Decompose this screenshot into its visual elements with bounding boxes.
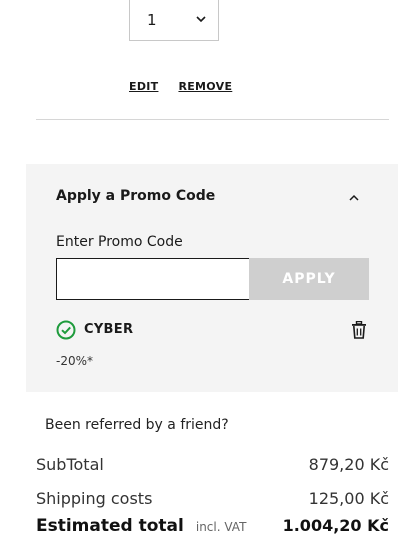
- apply-button[interactable]: APPLY: [249, 258, 369, 300]
- edit-link[interactable]: EDIT: [129, 80, 158, 93]
- subtotal-row: SubTotal 879,20 Kč: [36, 455, 389, 474]
- chevron-up-icon[interactable]: [348, 192, 360, 204]
- total-label-group: Estimated total incl. VAT: [36, 516, 246, 536]
- trash-icon[interactable]: [351, 321, 367, 339]
- promo-code-input[interactable]: [56, 258, 250, 300]
- vat-note: incl. VAT: [195, 520, 247, 534]
- applied-promo-code: CYBER: [84, 322, 134, 337]
- chevron-down-icon: [196, 16, 206, 23]
- total-value: 1.004,20 Kč: [282, 516, 389, 535]
- divider: [36, 119, 389, 120]
- promo-code-panel: Apply a Promo Code Enter Promo Code APPL…: [26, 164, 398, 392]
- referral-link[interactable]: Been referred by a friend?: [45, 417, 229, 433]
- promo-title: Apply a Promo Code: [56, 188, 216, 204]
- total-row: Estimated total incl. VAT 1.004,20 Kč: [36, 516, 389, 536]
- shipping-value: 125,00 Kč: [308, 489, 389, 508]
- quantity-select[interactable]: 1: [129, 0, 219, 41]
- quantity-value: 1: [147, 11, 157, 29]
- remove-link[interactable]: REMOVE: [178, 80, 232, 93]
- subtotal-value: 879,20 Kč: [308, 455, 389, 474]
- promo-input-label: Enter Promo Code: [56, 234, 183, 250]
- shipping-row: Shipping costs 125,00 Kč: [36, 489, 389, 508]
- total-label: Estimated total: [36, 516, 184, 536]
- subtotal-label: SubTotal: [36, 455, 104, 474]
- shipping-label: Shipping costs: [36, 489, 153, 508]
- item-actions: EDIT REMOVE: [129, 80, 232, 93]
- check-circle-icon: [56, 320, 76, 340]
- promo-discount: -20%*: [56, 354, 94, 368]
